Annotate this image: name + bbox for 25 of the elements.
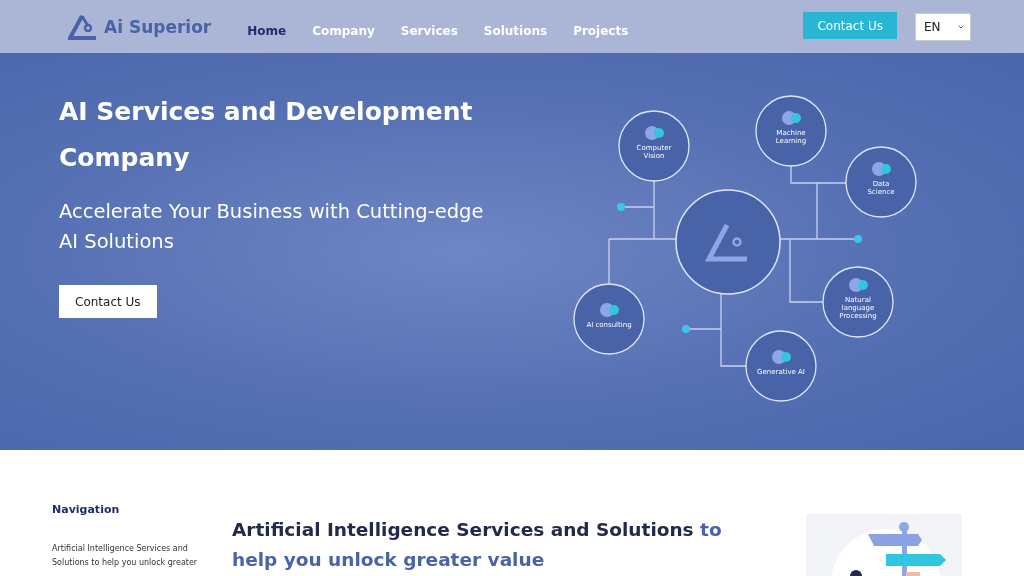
service-node bbox=[845, 146, 917, 218]
connector-dot bbox=[854, 235, 862, 243]
contact-button[interactable]: Contact Us bbox=[59, 285, 157, 318]
nav-link[interactable]: Home bbox=[247, 23, 287, 38]
nav-link[interactable]: Company bbox=[312, 23, 375, 38]
language-select[interactable]: EN bbox=[915, 12, 971, 41]
service-node bbox=[745, 330, 817, 402]
service-node bbox=[618, 110, 690, 182]
service-node bbox=[755, 95, 827, 167]
hero-title: AI Services and Development Company bbox=[59, 96, 474, 174]
section-heading: Artificial Intelligence Services and Solutions to help you unlock greater value bbox=[232, 518, 723, 572]
caret-icon bbox=[958, 24, 964, 29]
navigation-link[interactable]: Artificial Intelligence Services and Solutions to help you unlock greater bbox=[52, 542, 212, 570]
nav-link[interactable]: Services bbox=[400, 23, 458, 38]
nav-link[interactable]: Projects bbox=[573, 23, 629, 38]
logo-icon bbox=[68, 13, 98, 40]
nav-link[interactable]: Solutions bbox=[483, 23, 548, 38]
navigation-title: Navigation bbox=[52, 503, 121, 516]
logo-text[interactable]: Ai Superior bbox=[104, 16, 212, 37]
hero-subtitle: Accelerate Your Business with Cutting-edge AI Solutions bbox=[59, 199, 485, 255]
connector-dot bbox=[617, 203, 625, 211]
service-node bbox=[573, 283, 645, 355]
service-node bbox=[822, 266, 894, 338]
contact-button[interactable]: Contact Us bbox=[803, 12, 897, 39]
connector-dot bbox=[682, 325, 690, 333]
